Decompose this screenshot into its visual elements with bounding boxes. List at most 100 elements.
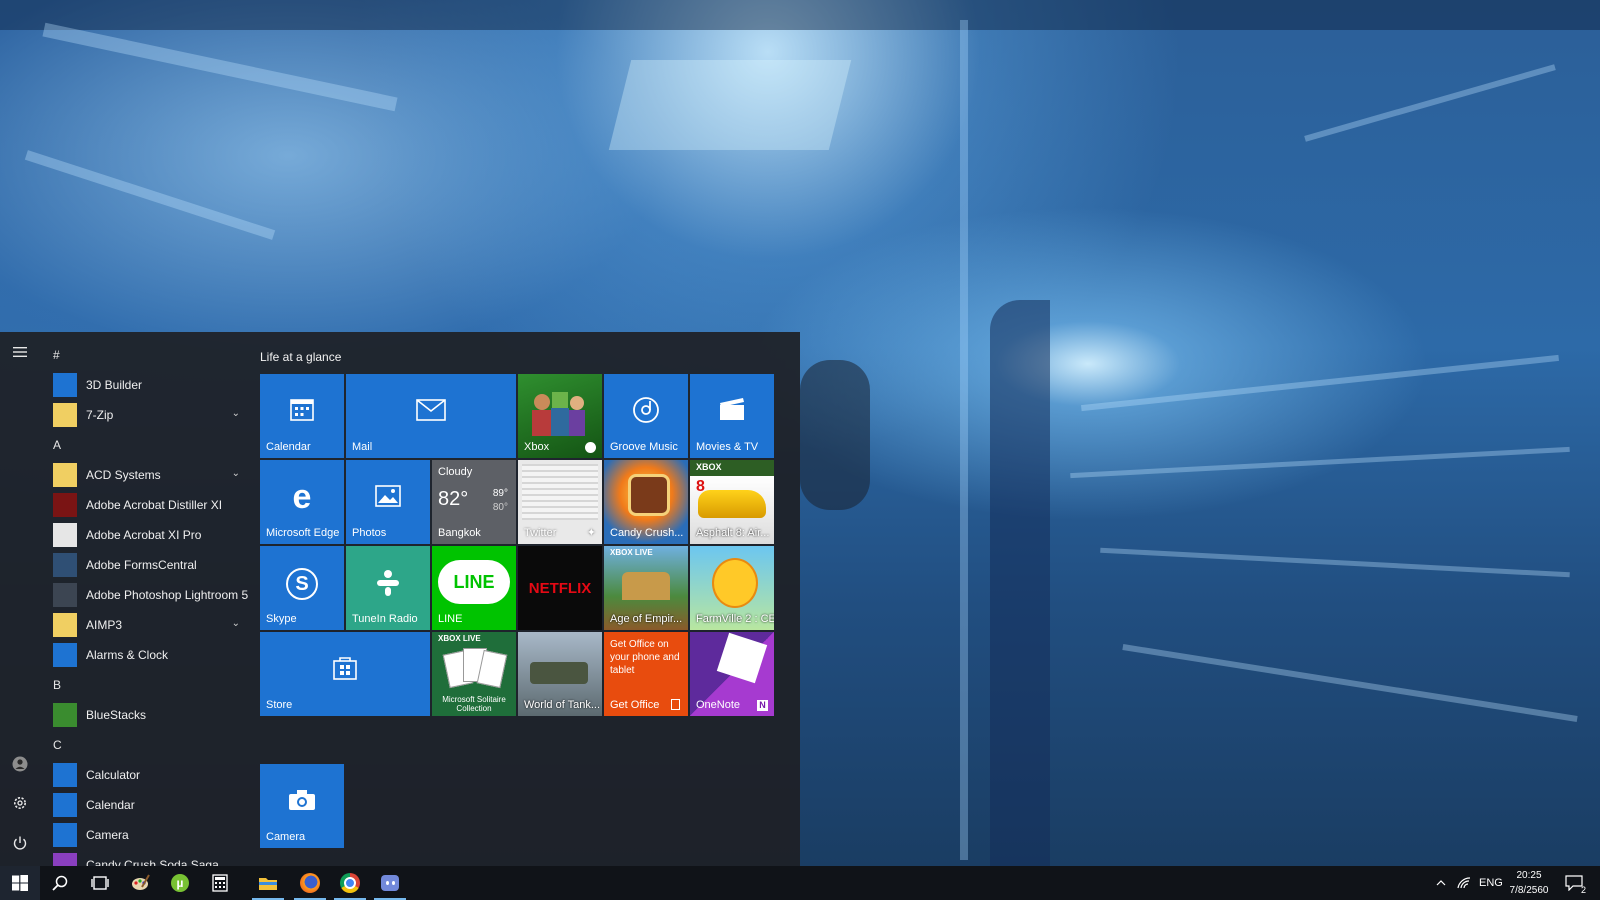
taskbar-app-chrome[interactable] [330, 866, 370, 900]
app-item-label: Adobe Photoshop Lightroom 5.7... [86, 588, 248, 602]
section-letter-hash[interactable]: # [48, 340, 248, 370]
app-item-label: Calculator [86, 768, 141, 782]
get-office-tile-label: Get Office [610, 699, 660, 711]
groove-music-tile[interactable]: Groove Music [604, 374, 688, 458]
xbox-tile[interactable]: Xbox [518, 374, 602, 458]
app-item-label: 7-Zip [86, 408, 114, 422]
user-account-icon[interactable] [8, 752, 32, 776]
skype-tile[interactable]: S Skype [260, 546, 344, 630]
app-item-alarms-clock[interactable]: Alarms & Clock [48, 640, 248, 670]
forms-central-icon [53, 553, 77, 577]
acrobat-distiller-icon [53, 493, 77, 517]
power-icon[interactable] [8, 831, 32, 855]
taskbar-app-utorrent[interactable]: µ [160, 866, 200, 900]
netflix-logo: NETFLIX [528, 579, 592, 597]
3d-builder-icon [53, 373, 77, 397]
app-item-calculator[interactable]: Calculator [48, 760, 248, 790]
candy-crush-tile[interactable]: Candy Crush... [604, 460, 688, 544]
farmville-tile-label: FarmVille 2 : CE [696, 613, 774, 625]
app-item-aimp3[interactable]: AIMP3 ⌄ [48, 610, 248, 640]
line-tile[interactable]: LINE LINE [432, 546, 516, 630]
office-logo-icon [671, 699, 680, 710]
app-item-7-zip[interactable]: 7-Zip ⌄ [48, 400, 248, 430]
netflix-tile[interactable]: NETFLIX [518, 546, 602, 630]
store-tile-label: Store [266, 699, 293, 711]
camera-tile[interactable]: Camera [260, 764, 344, 848]
xbox-logo-icon [585, 442, 596, 453]
search-button[interactable] [40, 866, 80, 900]
chevron-up-icon [1436, 880, 1446, 886]
bluestacks-icon [53, 703, 77, 727]
app-item-3d-builder[interactable]: 3D Builder [48, 370, 248, 400]
movies-tv-tile[interactable]: Movies & TV [690, 374, 774, 458]
taskbar: µ ENG 20:25 7/8/2560 2 [0, 866, 1600, 900]
microsoft-edge-tile[interactable]: e Microsoft Edge [260, 460, 344, 544]
chrome-icon [340, 873, 360, 893]
farmville-tile[interactable]: FarmVille 2 : CE [690, 546, 774, 630]
age-of-empires-castle-image [622, 572, 670, 600]
chevron-down-icon[interactable]: ⌄ [232, 468, 240, 479]
app-item-candy-crush-soda-saga[interactable]: Candy Crush Soda Saga [48, 850, 248, 866]
photos-tile[interactable]: Photos [346, 460, 430, 544]
onenote-notebook-image [716, 632, 768, 684]
weather-condition: Cloudy [438, 466, 473, 478]
app-item-camera[interactable]: Camera [48, 820, 248, 850]
world-of-tanks-tile[interactable]: World of Tank... [518, 632, 602, 716]
network-button[interactable] [1454, 866, 1474, 900]
store-tile[interactable]: Store [260, 632, 430, 716]
mail-tile[interactable]: Mail [346, 374, 516, 458]
section-letter-b[interactable]: B [48, 670, 248, 700]
taskbar-app-paint[interactable] [120, 866, 160, 900]
get-office-tile[interactable]: Get Office on your phone and tablet Get … [604, 632, 688, 716]
section-letter-c[interactable]: C [48, 730, 248, 760]
all-apps-list[interactable]: #3D Builder 7-Zip ⌄ A ACD Systems ⌄ Adobe Acro… [48, 340, 248, 866]
taskbar-app-calculator[interactable] [200, 866, 240, 900]
taskbar-app-discord[interactable] [370, 866, 410, 900]
clock-date: 7/8/2560 [1509, 885, 1549, 896]
app-item-adobe-acrobat-distiller-xi[interactable]: Adobe Acrobat Distiller XI [48, 490, 248, 520]
chevron-down-icon[interactable]: ⌄ [232, 408, 240, 419]
skype-icon: S [260, 568, 344, 600]
section-letter-a[interactable]: A [48, 430, 248, 460]
clapperboard-icon [690, 396, 774, 429]
photos-tile-label: Photos [352, 527, 387, 539]
age-of-empires-tile[interactable]: XBOX LIVE Age of Empir... [604, 546, 688, 630]
solitaire-tile[interactable]: XBOX LIVE Microsoft Solitaire Collection [432, 632, 516, 716]
weather-tile[interactable]: Cloudy 82° 89° 80° Bangkok [432, 460, 516, 544]
language-indicator[interactable]: ENG [1479, 866, 1503, 900]
tile-group-title: Life at a glance [260, 350, 342, 364]
clock[interactable]: 20:25 7/8/2560 [1506, 868, 1552, 898]
app-item-adobe-acrobat-xi-pro[interactable]: Adobe Acrobat XI Pro [48, 520, 248, 550]
show-hidden-icons-button[interactable] [1432, 866, 1450, 900]
calculator-icon [212, 874, 228, 892]
tunein-radio-tile[interactable]: TuneIn Radio [346, 546, 430, 630]
camera-tile-label: Camera [266, 831, 306, 843]
taskbar-app-file-explorer[interactable] [248, 866, 288, 900]
photos-icon [346, 482, 430, 514]
app-item-acd-systems[interactable]: ACD Systems ⌄ [48, 460, 248, 490]
onenote-tile[interactable]: OneNote N [690, 632, 774, 716]
hamburger-menu-icon[interactable] [8, 340, 32, 364]
task-view-icon [91, 876, 109, 890]
start-button[interactable] [0, 866, 40, 900]
app-item-label: Adobe Acrobat Distiller XI [86, 498, 223, 512]
acrobat-pro-icon [53, 523, 77, 547]
playing-cards-image [442, 648, 508, 689]
settings-gear-icon[interactable] [8, 791, 32, 815]
task-view-button[interactable] [80, 866, 120, 900]
chevron-down-icon[interactable]: ⌄ [232, 618, 240, 629]
action-center-button[interactable]: 2 [1562, 866, 1586, 900]
calendar-tile[interactable]: Calendar [260, 374, 344, 458]
twitter-tile[interactable]: Twitter ✦ [518, 460, 602, 544]
taskbar-app-firefox[interactable] [290, 866, 330, 900]
app-item-adobe-photoshop-lightroom-5-7[interactable]: Adobe Photoshop Lightroom 5.7... [48, 580, 248, 610]
tunein-icon [346, 568, 430, 605]
utorrent-icon: µ [171, 874, 189, 892]
calculator-icon [53, 763, 77, 787]
calendar-tile-label: Calendar [266, 441, 311, 453]
app-item-calendar[interactable]: Calendar [48, 790, 248, 820]
app-item-bluestacks[interactable]: BlueStacks [48, 700, 248, 730]
asphalt-tile[interactable]: XBOX 8 Asphalt 8: Air... [690, 460, 774, 544]
edge-icon: e [292, 478, 312, 516]
app-item-adobe-formscentral[interactable]: Adobe FormsCentral [48, 550, 248, 580]
